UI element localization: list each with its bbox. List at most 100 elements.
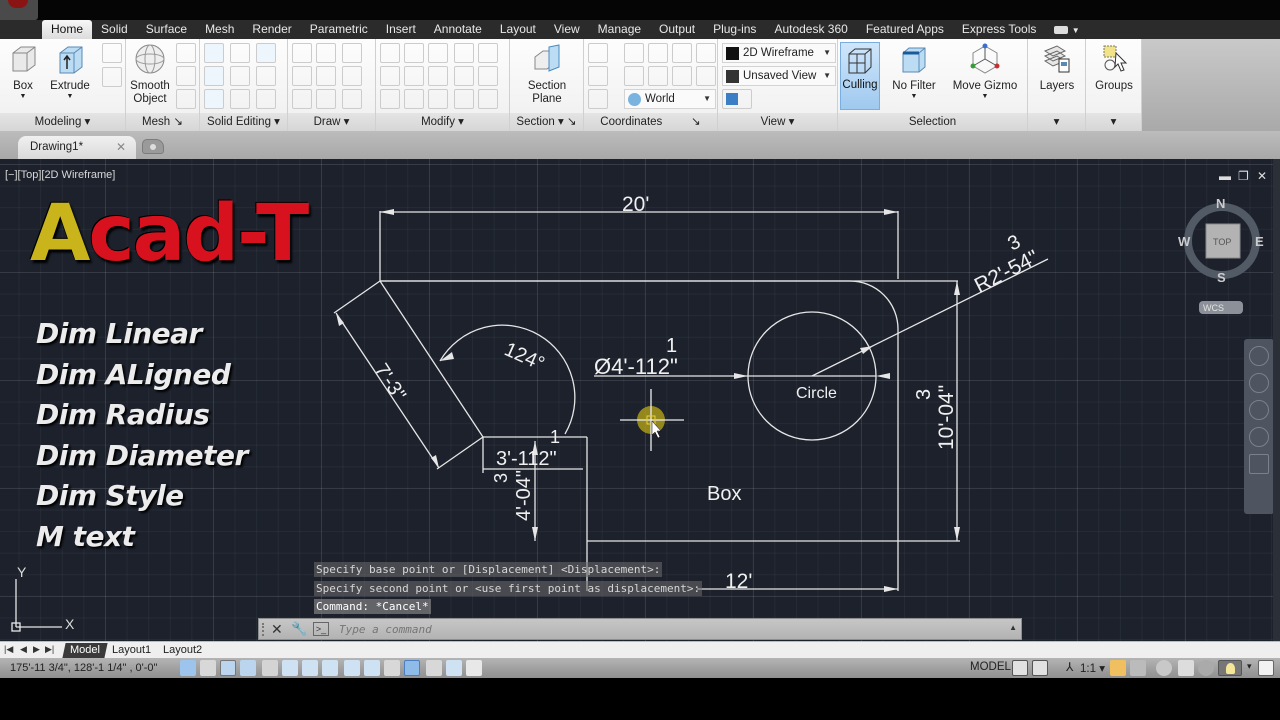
rectangle-button[interactable] bbox=[316, 89, 336, 109]
drawing-viewport[interactable]: [−][Top][2D Wireframe] ▬ ❐ ✕ Acad-T Dim … bbox=[0, 159, 1280, 641]
tab-layout1[interactable]: Layout1 bbox=[106, 643, 157, 658]
first-layout-icon[interactable]: |◀ bbox=[4, 644, 13, 655]
zoom-extents-icon[interactable] bbox=[1249, 400, 1269, 420]
groups-panel-expand[interactable]: ▾ bbox=[1086, 113, 1141, 131]
ucs-world-button[interactable] bbox=[648, 43, 668, 63]
copy-button[interactable] bbox=[454, 43, 474, 63]
ucs-button[interactable] bbox=[588, 43, 608, 63]
tab-home[interactable]: Home bbox=[42, 20, 93, 39]
refine-mesh-button[interactable] bbox=[176, 89, 196, 109]
tab-render[interactable]: Render bbox=[243, 20, 300, 39]
smooth-object-button[interactable]: Smooth Object bbox=[128, 43, 172, 106]
prev-layout-icon[interactable]: ◀ bbox=[20, 644, 27, 655]
selection-cycling-toggle[interactable] bbox=[446, 660, 462, 676]
stretch-button[interactable] bbox=[454, 66, 474, 86]
shell-button[interactable] bbox=[230, 43, 250, 63]
ucs-x-button[interactable] bbox=[588, 66, 608, 86]
subtract-button[interactable] bbox=[204, 66, 224, 86]
explode-button[interactable] bbox=[454, 89, 474, 109]
new-drawing-tab-button[interactable] bbox=[142, 139, 164, 154]
annotation-visibility-toggle[interactable] bbox=[1110, 660, 1126, 676]
command-input[interactable] bbox=[339, 621, 999, 637]
ribbon-minimize-button[interactable]: ▼ bbox=[1045, 20, 1088, 39]
circle-button[interactable] bbox=[342, 66, 362, 86]
quick-properties-toggle[interactable] bbox=[426, 660, 442, 676]
viewport-scrollbar[interactable] bbox=[1273, 159, 1280, 641]
viewport-config-button[interactable] bbox=[722, 89, 752, 109]
no-filter-button[interactable]: No Filter ▼ bbox=[888, 43, 940, 100]
section-panel-title[interactable]: Section ▾ ↘ bbox=[510, 113, 583, 131]
clean-screen-button[interactable] bbox=[1258, 660, 1274, 676]
tab-manage[interactable]: Manage bbox=[589, 20, 650, 39]
fillet-button[interactable] bbox=[478, 66, 498, 86]
match-properties-button[interactable] bbox=[380, 89, 400, 109]
selection-panel-title[interactable]: Selection bbox=[838, 113, 1027, 131]
command-history-toggle-icon[interactable]: ▲ bbox=[1009, 623, 1017, 632]
last-layout-icon[interactable]: ▶| bbox=[45, 644, 54, 655]
polysolid-button[interactable] bbox=[102, 43, 122, 63]
close-tab-icon[interactable]: ✕ bbox=[116, 140, 126, 154]
3d-array-button[interactable] bbox=[404, 66, 424, 86]
tab-autodesk-360[interactable]: Autodesk 360 bbox=[765, 20, 856, 39]
next-layout-icon[interactable]: ▶ bbox=[33, 644, 40, 655]
polygon-button[interactable] bbox=[292, 89, 312, 109]
tab-model[interactable]: Model bbox=[62, 643, 108, 658]
3d-move-button[interactable] bbox=[428, 43, 448, 63]
model-space-button[interactable]: MODEL bbox=[970, 661, 1011, 673]
hardware-acceleration-icon[interactable] bbox=[1198, 660, 1214, 676]
steering-wheel-icon[interactable] bbox=[1249, 346, 1269, 366]
application-menu-button[interactable] bbox=[0, 0, 38, 20]
ellipse-button[interactable] bbox=[342, 89, 362, 109]
dynamic-input-toggle[interactable] bbox=[364, 660, 380, 676]
viewcube-top-face[interactable]: TOP bbox=[1213, 237, 1231, 247]
modify-panel-title[interactable]: Modify ▾ bbox=[376, 113, 509, 131]
annotation-monitor-toggle[interactable] bbox=[466, 660, 482, 676]
ucs-face-button[interactable] bbox=[672, 43, 692, 63]
tab-plug-ins[interactable]: Plug-ins bbox=[704, 20, 765, 39]
toolbar-lock-icon[interactable] bbox=[1178, 660, 1194, 676]
object-snap-tracking-toggle[interactable] bbox=[322, 660, 338, 676]
slice-button[interactable] bbox=[230, 66, 250, 86]
command-line-grip[interactable] bbox=[262, 623, 266, 636]
smooth-more-button[interactable] bbox=[176, 43, 196, 63]
orbit-icon[interactable] bbox=[1249, 427, 1269, 447]
array-button[interactable] bbox=[478, 89, 498, 109]
union-button[interactable] bbox=[204, 43, 224, 63]
presspull-button[interactable] bbox=[102, 67, 122, 87]
text-button[interactable] bbox=[316, 43, 336, 63]
line-button[interactable] bbox=[316, 66, 336, 86]
ucs-zaxis-button[interactable] bbox=[672, 66, 692, 86]
layers-button[interactable]: Layers bbox=[1038, 43, 1076, 93]
rotate-button[interactable] bbox=[428, 66, 448, 86]
3d-mirror-button[interactable] bbox=[404, 89, 424, 109]
ucs-previous-button[interactable] bbox=[624, 66, 644, 86]
extract-edges-button[interactable] bbox=[256, 43, 276, 63]
dynamic-ucs-toggle[interactable] bbox=[344, 660, 360, 676]
tab-insert[interactable]: Insert bbox=[377, 20, 425, 39]
view-panel-title[interactable]: View ▾ bbox=[718, 113, 837, 131]
ucs-view-button[interactable] bbox=[696, 43, 716, 63]
tab-layout2[interactable]: Layout2 bbox=[157, 643, 208, 658]
thicken-button[interactable] bbox=[230, 89, 250, 109]
grid-display-toggle[interactable] bbox=[220, 660, 236, 676]
smooth-less-button[interactable] bbox=[176, 66, 196, 86]
visual-style-dropdown[interactable]: 2D Wireframe ▼ bbox=[722, 43, 836, 63]
polar-tracking-toggle[interactable] bbox=[262, 660, 278, 676]
compass-south[interactable]: S bbox=[1217, 270, 1226, 285]
tab-view[interactable]: View bbox=[545, 20, 589, 39]
tab-surface[interactable]: Surface bbox=[137, 20, 196, 39]
transparency-toggle[interactable] bbox=[404, 660, 420, 676]
mesh-panel-title[interactable]: Mesh ↘ bbox=[126, 113, 199, 131]
section-plane-button[interactable]: Section Plane bbox=[524, 43, 570, 106]
tab-featured-apps[interactable]: Featured Apps bbox=[857, 20, 953, 39]
extrude-button[interactable]: Extrude ▼ bbox=[50, 43, 90, 100]
separate-button[interactable] bbox=[256, 89, 276, 109]
customize-wrench-icon[interactable]: 🔧 bbox=[291, 621, 307, 637]
workspace-switching-gear-icon[interactable] bbox=[1156, 660, 1172, 676]
compass-west[interactable]: W bbox=[1178, 234, 1191, 249]
draw-panel-title[interactable]: Draw ▾ bbox=[288, 113, 375, 131]
close-command-line-icon[interactable]: ✕ bbox=[271, 621, 283, 638]
3d-rotate-button[interactable] bbox=[404, 43, 424, 63]
tab-solid[interactable]: Solid bbox=[92, 20, 137, 39]
annotation-scale-dropdown[interactable]: 1:1 ▾ bbox=[1080, 661, 1105, 675]
